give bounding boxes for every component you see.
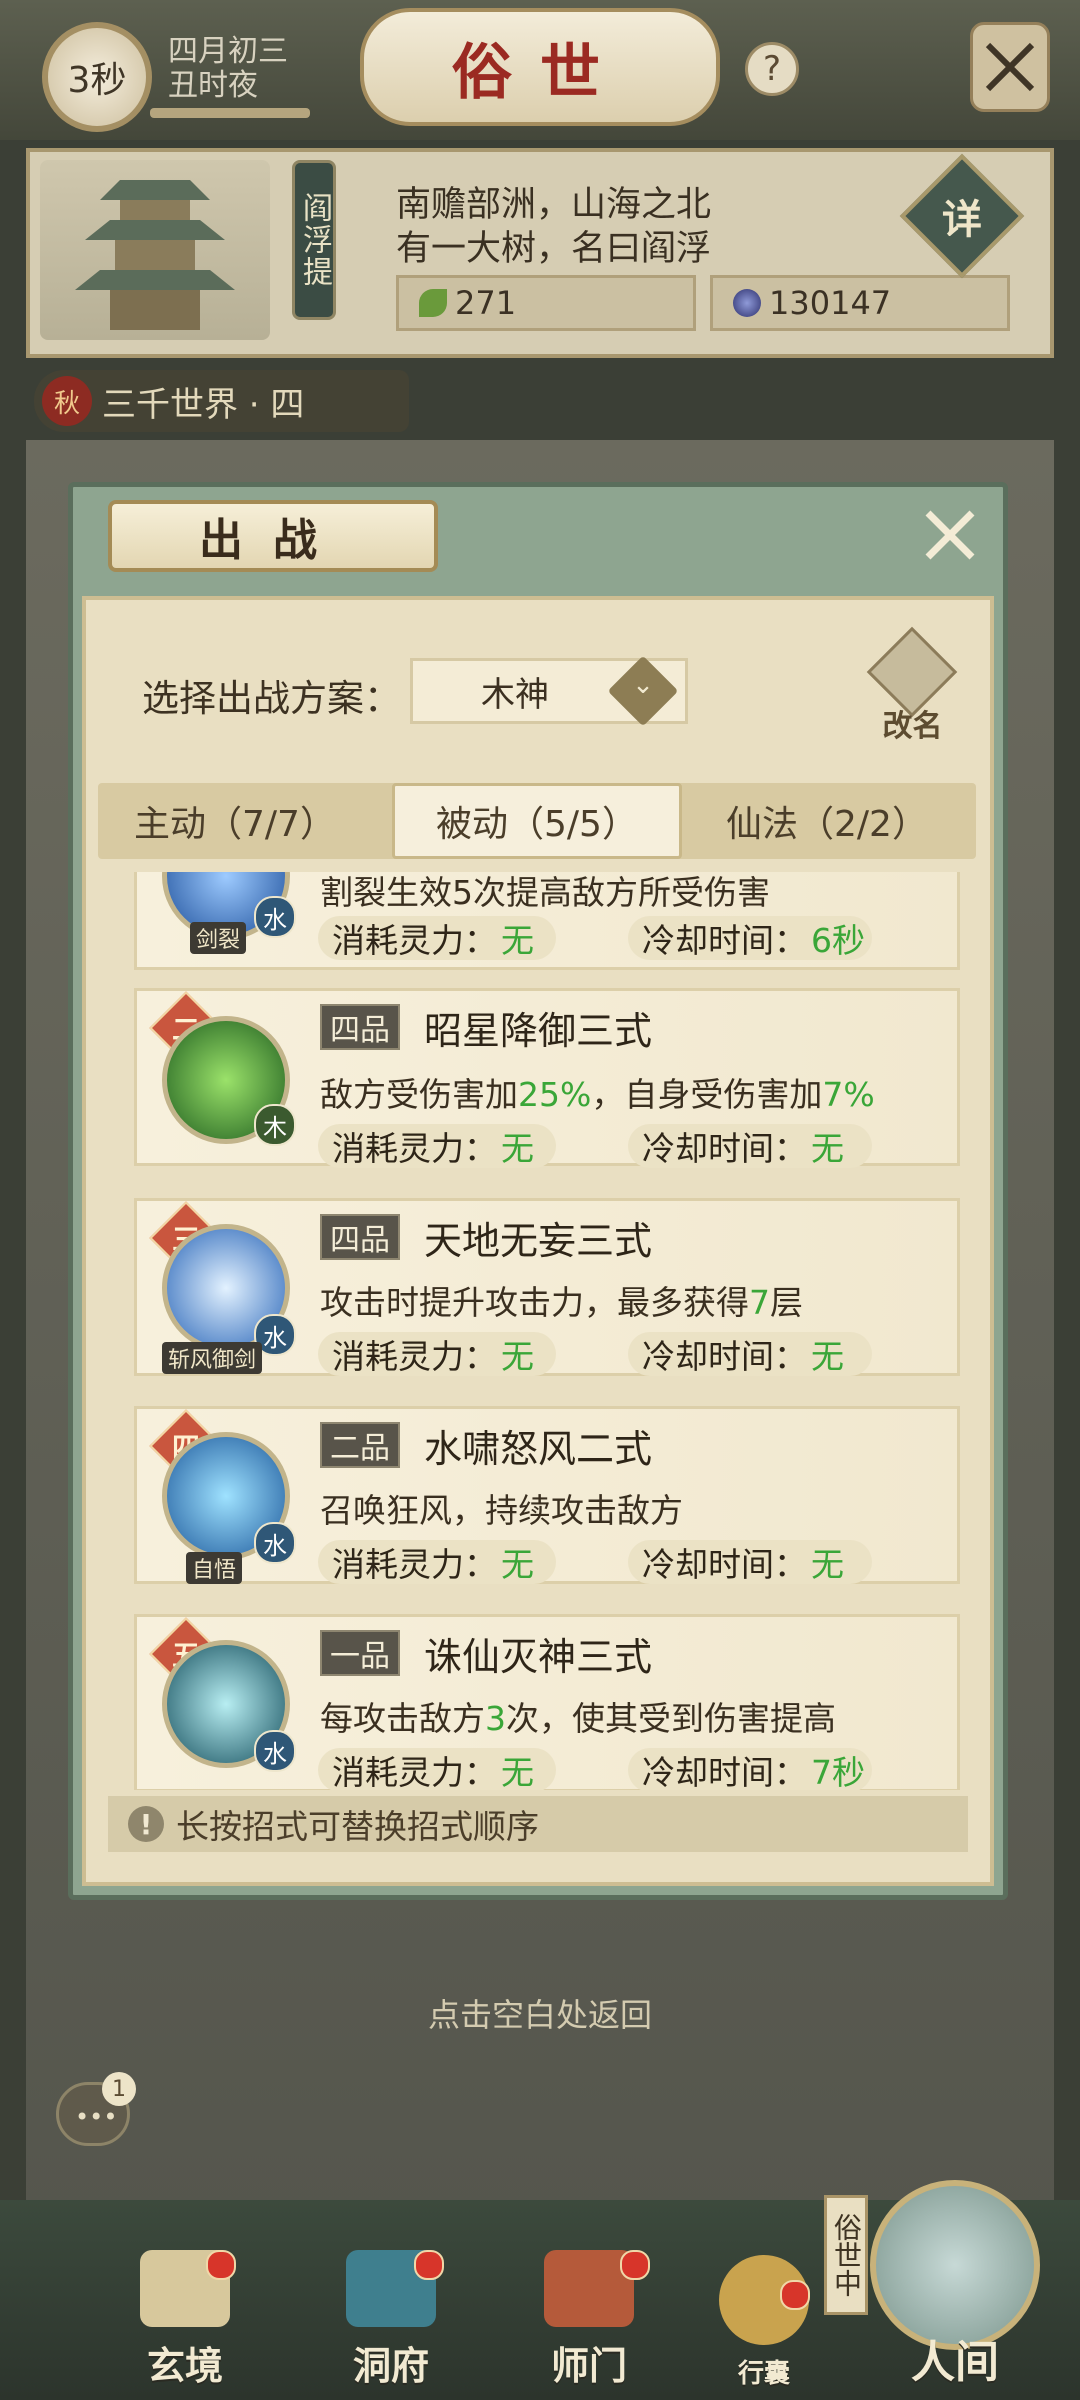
return-hint[interactable]: 点击空白处返回	[0, 1990, 1080, 2036]
leaf-count: 271	[455, 284, 517, 322]
skill-desc: 割裂生效5次提高敌方所受伤害	[320, 873, 770, 912]
nav-label: 洞府	[352, 2343, 429, 2388]
leaf-resource: 271	[396, 275, 696, 331]
grade-tag: 四品	[320, 1214, 400, 1260]
detail-label: 详	[942, 197, 982, 243]
cooldown-stat: 冷却时间：无	[628, 1332, 872, 1376]
skill-name: 水啸怒风二式	[424, 1427, 653, 1471]
grade-tag: 一品	[320, 1630, 400, 1676]
grade-tag: 二品	[320, 1422, 400, 1468]
skill-name: 昭星降御三式	[424, 1009, 653, 1053]
cost-stat: 消耗灵力：无	[318, 916, 556, 960]
pagoda-icon	[75, 180, 235, 330]
cost-stat: 消耗灵力：无	[318, 1540, 556, 1584]
chat-count-badge: 1	[102, 2072, 136, 2106]
notification-dot	[620, 2250, 650, 2280]
cooldown-stat: 冷却时间：无	[628, 1124, 872, 1168]
skill-desc: 召唤狂风，持续攻击敌方	[320, 1491, 683, 1530]
info-icon: !	[128, 1806, 164, 1842]
rename-button[interactable]: 改名	[865, 650, 960, 745]
chevron-down-icon: ⌄	[632, 670, 654, 700]
modal-close-button[interactable]	[915, 500, 985, 570]
leaf-icon	[419, 289, 447, 317]
question-mark-icon: ?	[762, 49, 782, 89]
help-button[interactable]: ?	[745, 42, 799, 96]
world-tag: 秋 三千世界 · 四	[34, 370, 409, 432]
world-label: 三千世界 · 四	[102, 384, 305, 425]
location-desc-line2: 有一大树，名曰阎浮	[396, 229, 712, 269]
lunar-time: 丑时夜	[168, 68, 258, 103]
close-icon	[925, 510, 975, 560]
location-name: 阎浮提	[292, 160, 336, 320]
time-progress-bar	[150, 108, 310, 118]
pagoda-illustration	[40, 160, 270, 340]
element-badge: 水	[254, 1730, 296, 1772]
cooldown-stat: 冷却时间： 7秒	[628, 1748, 872, 1790]
current-realm-tag: 俗世中	[824, 2195, 868, 2315]
timer-badge: 3秒	[42, 22, 152, 132]
nav-label: 师门	[550, 2343, 627, 2388]
cooldown-stat: 冷却时间：无	[628, 1540, 872, 1584]
orb-icon	[733, 289, 761, 317]
skill-desc: 攻击时提升攻击力，最多获得7层	[320, 1283, 803, 1322]
tip-bar: ! 长按招式可替换招式顺序	[108, 1796, 968, 1852]
element-badge: 木	[254, 1104, 296, 1146]
crossed-swords-icon	[985, 42, 1035, 92]
tab-passive-skills[interactable]: 被动（5/5）	[392, 783, 682, 859]
skill-list[interactable]: 水 剑裂 割裂生效5次提高敌方所受伤害 消耗灵力：无 冷却时间：6秒 二 木 四…	[112, 872, 964, 1790]
nav-renjian[interactable]: 人间	[880, 2250, 1030, 2390]
chat-icon: •••	[75, 2103, 118, 2131]
plan-value: 木神	[481, 674, 549, 715]
cost-stat: 消耗灵力：无	[318, 1748, 556, 1790]
page-title: 俗世	[360, 8, 720, 126]
nav-label: 玄境	[146, 2343, 223, 2388]
element-badge: 水	[254, 896, 296, 938]
modal-title: 出战	[108, 500, 438, 572]
orb-count: 130147	[769, 284, 892, 322]
skill-desc: 敌方受伤害加25%，自身受伤害加7%	[320, 1075, 875, 1114]
nav-label: 人间	[911, 2337, 999, 2388]
tip-text: 长按招式可替换招式顺序	[176, 1807, 539, 1846]
skill-tag: 斩风御剑	[162, 1342, 263, 1374]
nav-xingnang[interactable]: 行囊	[704, 2250, 824, 2390]
element-badge: 水	[254, 1522, 296, 1564]
skill-name: 天地无妄三式	[424, 1219, 653, 1263]
skill-desc: 每攻击敌方3次，使其受到伤害提高	[320, 1699, 836, 1738]
skill-tag: 剑裂	[190, 922, 247, 954]
cost-stat: 消耗灵力：无	[318, 1332, 556, 1376]
plan-label: 选择出战方案：	[142, 677, 401, 720]
skill-tag: 自悟	[186, 1552, 243, 1584]
rename-label: 改名	[882, 709, 943, 744]
grade-tag: 四品	[320, 1004, 400, 1050]
season-badge: 秋	[42, 376, 92, 426]
notification-dot	[780, 2280, 810, 2310]
cooldown-stat: 冷却时间： 6秒	[628, 916, 872, 960]
tab-immortal-arts[interactable]: 仙法（2/2）	[692, 783, 962, 859]
tab-active-skills[interactable]: 主动（7/7）	[110, 783, 360, 859]
cost-stat: 消耗灵力：无	[318, 1124, 556, 1168]
exit-button[interactable]	[970, 22, 1050, 112]
nav-label: 行囊	[737, 2359, 790, 2389]
notification-dot	[206, 2250, 236, 2280]
orb-resource: 130147	[710, 275, 1010, 331]
notification-dot	[414, 2250, 444, 2280]
skill-name: 诛仙灭神三式	[424, 1635, 653, 1679]
